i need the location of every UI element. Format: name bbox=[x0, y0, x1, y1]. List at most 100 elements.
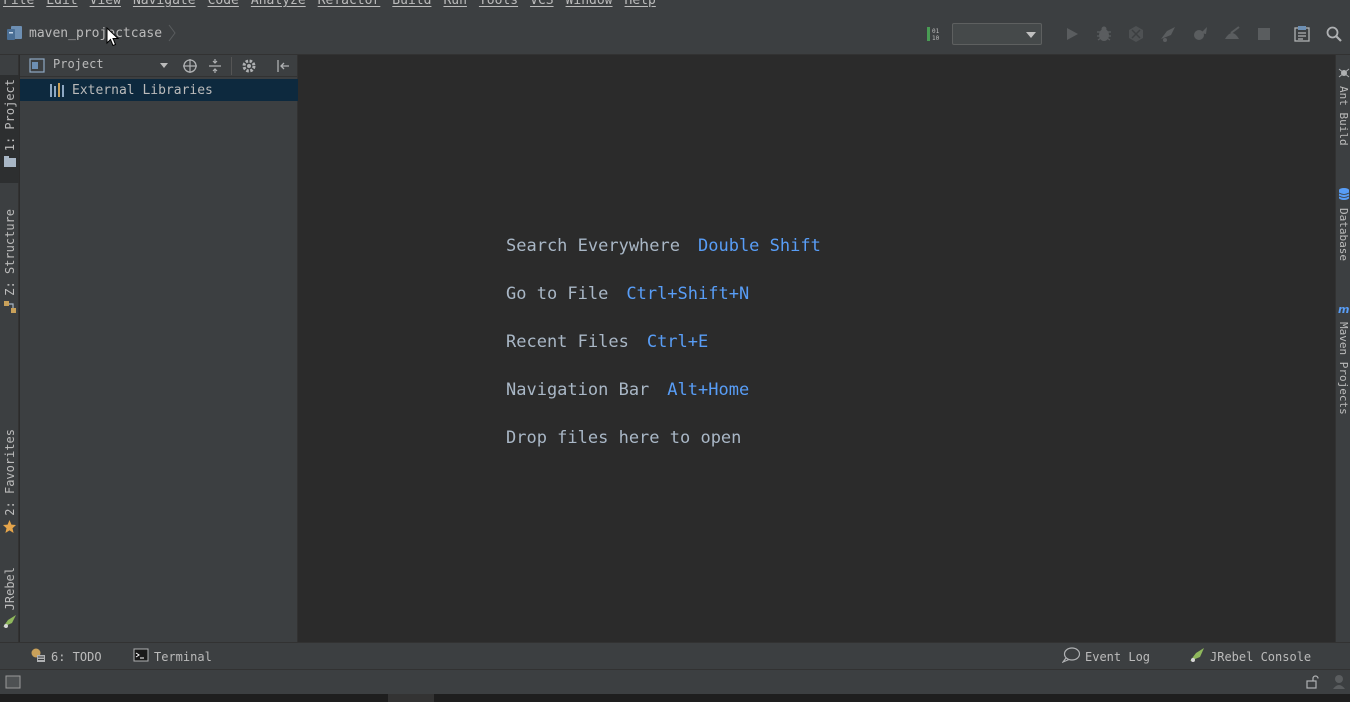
taskbar-active-segment bbox=[388, 694, 434, 702]
tab-jrebel-console[interactable]: JRebel Console bbox=[1189, 647, 1311, 666]
jrebel-run-icon[interactable] bbox=[1156, 22, 1180, 46]
project-view-icon bbox=[29, 58, 45, 73]
menu-run[interactable]: Run bbox=[437, 0, 472, 11]
tab-favorites-label: 2: Favorites bbox=[2, 429, 17, 516]
menu-edit[interactable]: Edit bbox=[40, 0, 83, 11]
tab-terminal[interactable]: Terminal bbox=[133, 647, 212, 666]
hint-navigation-bar: Navigation Bar Alt+Home bbox=[506, 380, 749, 400]
breadcrumb-separator-icon bbox=[168, 24, 176, 42]
tab-structure[interactable]: Z: Structure bbox=[0, 205, 19, 315]
tab-project-label: 1: Project bbox=[2, 79, 17, 152]
todo-icon bbox=[30, 647, 46, 666]
ant-icon bbox=[1338, 67, 1350, 83]
status-bar bbox=[0, 669, 1350, 694]
menu-code[interactable]: Code bbox=[202, 0, 245, 11]
menu-view[interactable]: View bbox=[84, 0, 127, 11]
tab-database-label: Database bbox=[1337, 208, 1350, 261]
menu-file[interactable]: File bbox=[0, 0, 40, 11]
debug-icon[interactable] bbox=[1092, 22, 1116, 46]
collapse-all-icon[interactable] bbox=[205, 56, 225, 76]
inspector-icon[interactable] bbox=[1332, 674, 1346, 694]
tree-item-external-libraries[interactable]: External Libraries bbox=[20, 79, 298, 101]
svg-text:10: 10 bbox=[932, 35, 940, 42]
tab-maven-projects-label: Maven Projects bbox=[1337, 322, 1350, 415]
profile-icon[interactable] bbox=[1220, 22, 1244, 46]
svg-text:01: 01 bbox=[932, 28, 940, 35]
menu-tools[interactable]: Tools bbox=[473, 0, 524, 11]
tab-ant-build[interactable]: Ant Build bbox=[1336, 67, 1350, 157]
gear-icon[interactable] bbox=[239, 56, 259, 76]
terminal-icon bbox=[133, 647, 149, 666]
tab-structure-label: Z: Structure bbox=[2, 209, 17, 296]
tree-item-label: External Libraries bbox=[72, 82, 213, 98]
build-binary-icon[interactable]: 01 10 bbox=[922, 22, 946, 46]
tab-terminal-label: Terminal bbox=[154, 649, 212, 664]
hint-shortcut: Alt+Home bbox=[667, 380, 750, 400]
hint-go-to-file: Go to File Ctrl+Shift+N bbox=[506, 284, 749, 304]
hide-panel-icon[interactable] bbox=[273, 56, 293, 76]
hint-recent-files: Recent Files Ctrl+E bbox=[506, 332, 708, 352]
chevron-down-icon[interactable] bbox=[160, 63, 168, 68]
project-structure-icon[interactable] bbox=[1290, 22, 1314, 46]
project-view-select[interactable]: Project bbox=[53, 57, 104, 71]
breadcrumb-project-name[interactable]: maven_projectcase bbox=[29, 26, 162, 41]
right-tool-strip: Ant Build Database m Maven Projects bbox=[1335, 55, 1350, 642]
tab-jrebel-console-label: JRebel Console bbox=[1210, 649, 1312, 664]
hint-shortcut: Ctrl+E bbox=[646, 332, 709, 352]
menu-help[interactable]: Help bbox=[619, 0, 662, 11]
jrebel-debug-icon[interactable] bbox=[1188, 22, 1212, 46]
bottom-tool-bar: 6: TODO Terminal Event Log JRebel Consol… bbox=[0, 642, 1350, 669]
jrebel-icon bbox=[1189, 647, 1205, 666]
locate-icon[interactable] bbox=[180, 56, 200, 76]
svg-text:m: m bbox=[1338, 303, 1349, 315]
editor-area[interactable]: Search Everywhere Double Shift Go to File… bbox=[299, 55, 1335, 642]
lock-icon[interactable] bbox=[1305, 675, 1319, 693]
tab-favorites[interactable]: 2: Favorites bbox=[0, 425, 19, 537]
menu-vcs[interactable]: VCS bbox=[524, 0, 559, 11]
os-taskbar bbox=[0, 694, 1350, 702]
menu-analyze[interactable]: Analyze bbox=[245, 0, 312, 11]
tab-event-log-label: Event Log bbox=[1085, 649, 1151, 664]
hint-label: Recent Files bbox=[506, 332, 629, 352]
main-toolbar: 01 10 bbox=[918, 22, 1350, 46]
tab-database[interactable]: Database bbox=[1336, 187, 1350, 277]
tab-event-log[interactable]: Event Log bbox=[1061, 647, 1151, 666]
star-icon bbox=[2, 519, 17, 538]
menu-build[interactable]: Build bbox=[386, 0, 437, 11]
database-icon bbox=[1338, 187, 1350, 205]
search-icon[interactable] bbox=[1322, 22, 1346, 46]
tab-jrebel[interactable]: JRebel bbox=[0, 563, 19, 633]
tool-windows-toggle-icon[interactable] bbox=[5, 674, 21, 694]
project-tool-window: Project External Libraries bbox=[20, 55, 298, 642]
hint-label: Go to File bbox=[506, 284, 609, 304]
hint-shortcut: Ctrl+Shift+N bbox=[626, 284, 750, 304]
hint-shortcut: Double Shift bbox=[698, 236, 821, 256]
run-icon[interactable] bbox=[1060, 22, 1084, 46]
project-folder-icon bbox=[6, 25, 23, 41]
breadcrumb[interactable]: maven_projectcase bbox=[6, 24, 176, 42]
navigation-bar: maven_projectcase 01 10 bbox=[0, 12, 1350, 55]
menu-window[interactable]: Window bbox=[560, 0, 619, 11]
menu-navigate[interactable]: Navigate bbox=[127, 0, 202, 11]
tab-maven-projects[interactable]: m Maven Projects bbox=[1336, 303, 1350, 423]
menu-refactor[interactable]: Refactor bbox=[312, 0, 387, 11]
tab-jrebel-label: JRebel bbox=[2, 567, 17, 611]
hint-search-everywhere: Search Everywhere Double Shift bbox=[506, 236, 821, 256]
libraries-icon bbox=[49, 82, 67, 98]
left-tool-strip: 1: Project Z: Structure 2: Favorites JRe… bbox=[0, 55, 19, 642]
tab-todo[interactable]: 6: TODO bbox=[30, 647, 102, 666]
project-tab-icon bbox=[3, 155, 17, 173]
menu-bar: File Edit View Navigate Code Analyze Ref… bbox=[0, 0, 1350, 12]
run-configuration-select[interactable] bbox=[952, 23, 1042, 45]
hint-label: Drop files here to open bbox=[506, 428, 742, 448]
event-log-icon bbox=[1061, 647, 1081, 666]
tab-todo-label: 6: TODO bbox=[51, 649, 102, 664]
chevron-down-icon bbox=[1026, 32, 1036, 38]
header-divider bbox=[231, 57, 232, 75]
tab-project[interactable]: 1: Project bbox=[0, 75, 19, 183]
structure-tab-icon bbox=[3, 300, 17, 318]
hint-label: Search Everywhere bbox=[506, 236, 680, 256]
stop-icon[interactable] bbox=[1252, 22, 1276, 46]
coverage-icon[interactable] bbox=[1124, 22, 1148, 46]
mouse-cursor-icon bbox=[106, 26, 120, 47]
